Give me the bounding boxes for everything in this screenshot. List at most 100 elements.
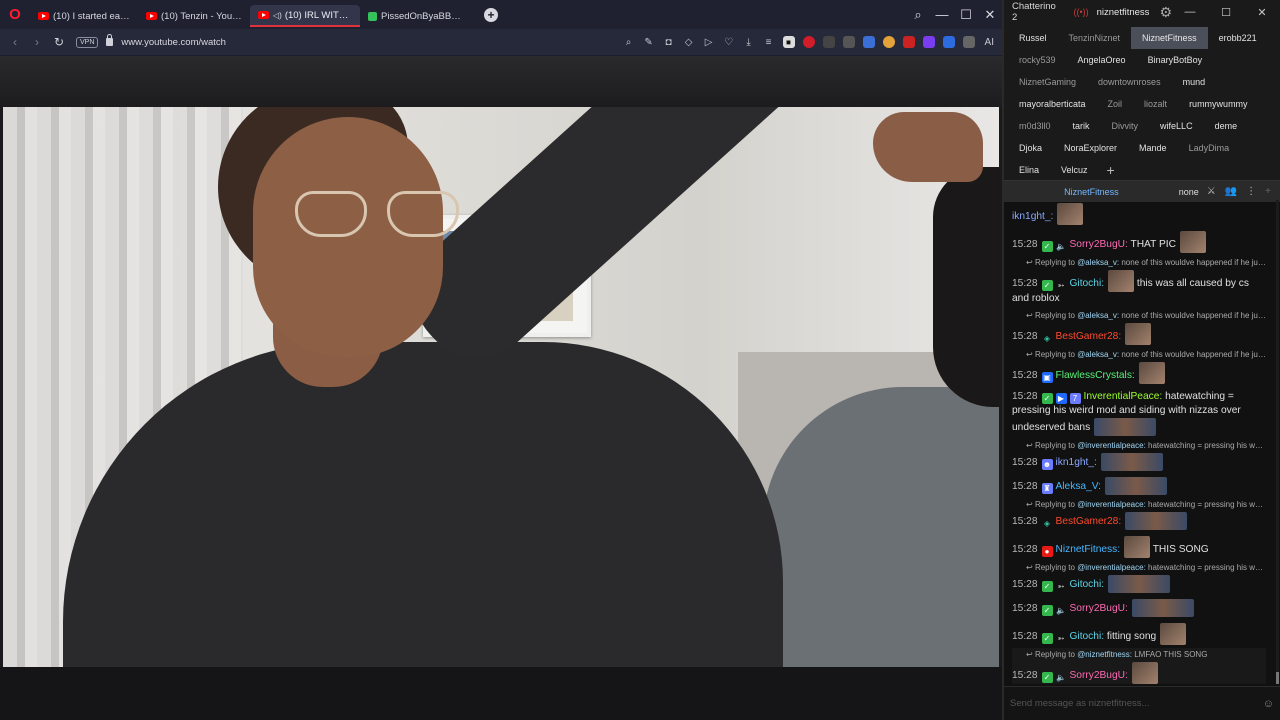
channel-tab[interactable]: Zoil [1097, 93, 1134, 115]
puzzle-extension-icon[interactable] [962, 36, 975, 48]
chat-message[interactable]: 15:28 ✓ ➳ Gitochi: this was all caused by c… [1012, 267, 1266, 309]
url-field[interactable]: www.youtube.com/watch [121, 37, 226, 48]
channel-tab[interactable]: Russel [1008, 27, 1058, 49]
emote-image[interactable] [1057, 203, 1084, 225]
chat-message[interactable]: 15:28 ✓ ➳ Gitochi: fitting song [1012, 620, 1266, 648]
gem-badge-icon[interactable]: ◈ [1042, 518, 1053, 529]
reply-context[interactable]: ↩ Replying to @aleksa_v: none of this wo… [1012, 309, 1266, 320]
search-icon[interactable]: ⌕ [619, 29, 639, 55]
add-tab-button[interactable]: + [1099, 159, 1123, 181]
fish-badge-icon[interactable]: ➳ [1056, 581, 1067, 592]
emote-image[interactable] [1131, 662, 1158, 684]
back-button[interactable]: ‹ [4, 35, 26, 49]
gem-badge-icon[interactable]: ◈ [1042, 333, 1053, 344]
flag-extension-icon[interactable] [902, 36, 915, 48]
maximize-button[interactable]: ☐ [954, 7, 978, 23]
chat-message[interactable]: ikn1ght_: [1012, 200, 1266, 228]
twitch-extension-icon[interactable] [922, 36, 935, 48]
channel-tab[interactable]: BinaryBotBoy [1137, 49, 1214, 71]
mute-badge-icon[interactable]: 🔈 [1056, 605, 1067, 616]
channel-tab[interactable]: NiznetFitness [1131, 27, 1208, 49]
chat-input[interactable]: Send message as niznetfitness... ☺ [1004, 686, 1280, 720]
reply-context[interactable]: ↩ Replying to @inverentialpeace: hatewat… [1012, 561, 1266, 572]
emote-image[interactable] [1094, 418, 1157, 436]
camera-icon[interactable]: ◘ [659, 29, 679, 55]
channel-tab[interactable]: Mande [1128, 137, 1178, 159]
viewers-icon[interactable]: 👥 [1225, 186, 1237, 197]
username[interactable]: FlawlessCrystals: [1056, 370, 1135, 381]
reply-context[interactable]: ↩ Replying to @niznetfitness: LMFAO THIS… [1012, 648, 1266, 659]
chat-message[interactable]: 15:28 ✓ 🔈 Sorry2BugU: THAT PIC [1012, 228, 1266, 256]
vip-badge-icon[interactable]: ✓ [1041, 605, 1053, 616]
mute-badge-icon[interactable]: 🔈 [1056, 241, 1067, 252]
username[interactable]: BestGamer28: [1056, 331, 1122, 342]
ai-button[interactable]: AI [985, 37, 994, 48]
emote-image[interactable] [1108, 270, 1135, 292]
vip-badge-icon[interactable]: ✓ [1041, 280, 1053, 291]
forward-button[interactable]: › [26, 35, 48, 49]
minimize-button[interactable]: — [930, 7, 954, 22]
bits-badge-icon[interactable]: ▶ [1055, 393, 1067, 404]
chat-message[interactable]: 15:28 ✓ 🔈 Sorry2BugU: [1012, 659, 1266, 684]
new-tab-button[interactable]: + [484, 7, 498, 22]
browser-tab-4[interactable]: PissedOnByaBBW Stream [360, 5, 474, 27]
username[interactable]: Sorry2BugU: [1070, 670, 1128, 681]
translate-extension-icon[interactable] [862, 36, 875, 48]
chat-message[interactable]: 15:28 ● NiznetFitness: THIS SONG [1012, 533, 1266, 561]
channel-tab[interactable]: NiznetGaming [1008, 71, 1087, 93]
channel-tab[interactable]: liozalt [1133, 93, 1178, 115]
username[interactable]: Sorry2BugU: [1070, 239, 1128, 250]
vip-badge-icon[interactable]: ✓ [1041, 581, 1053, 592]
username[interactable]: Sorry2BugU: [1070, 603, 1128, 614]
emote-image[interactable] [1100, 453, 1163, 471]
browser-tab-3-active[interactable]: ◁) (10) IRL WITH TENZIN [250, 5, 360, 27]
emoji-icon[interactable]: ☺ [1263, 698, 1274, 710]
chat-message[interactable]: 15:28 ✓ ▶ 7 InverentialPeace: hatewatching =… [1012, 387, 1266, 439]
chat-messages[interactable]: ikn1ght_: 15:28 ✓ 🔈 Sorry2BugU: THAT PIC ↩ Re… [1004, 200, 1274, 684]
close-button[interactable]: ✕ [1244, 6, 1280, 19]
chat-message[interactable]: 15:28 ☻ ikn1ght_: [1012, 450, 1266, 474]
vip-badge-icon[interactable]: ✓ [1041, 633, 1053, 644]
heart-icon[interactable]: ♡ [719, 29, 739, 55]
channel-tab[interactable]: NoraExplorer [1053, 137, 1128, 159]
reply-context[interactable]: ↩ Replying to @aleksa_v: none of this wo… [1012, 256, 1266, 267]
username[interactable]: Gitochi: [1070, 579, 1105, 590]
add-split-icon[interactable]: + [1265, 186, 1271, 197]
counter-extension-icon[interactable] [842, 36, 855, 48]
vip-badge-icon[interactable]: ✓ [1041, 241, 1053, 252]
channel-tab[interactable]: Elina [1008, 159, 1050, 181]
chat-message[interactable]: 15:28 ◈ BestGamer28: [1012, 320, 1266, 348]
search-tabs-icon[interactable]: ⌕ [906, 7, 930, 23]
username[interactable]: ikn1ght_: [1056, 457, 1097, 468]
reload-button[interactable]: ↻ [48, 35, 70, 49]
emote-image[interactable] [1131, 599, 1194, 617]
menu-icon[interactable]: ≡ [759, 29, 779, 55]
close-button[interactable]: ✕ [978, 7, 1002, 23]
emote-image[interactable] [1124, 536, 1151, 558]
channel-tab[interactable]: deme [1204, 115, 1249, 137]
username[interactable]: Gitochi: [1070, 631, 1105, 642]
channel-tab[interactable]: erobb221 [1208, 27, 1268, 49]
chat-message[interactable]: 15:28 ✓ 🔈 Sorry2BugU: [1012, 596, 1266, 620]
gear-icon[interactable]: ⚙ [1159, 4, 1172, 21]
channel-tab[interactable]: wifeLLC [1149, 115, 1204, 137]
channel-tab[interactable]: rummywummy [1178, 93, 1259, 115]
speaker-icon[interactable]: ◁) [273, 11, 282, 20]
youtube-player[interactable] [0, 56, 1002, 720]
sub-badge-icon[interactable]: ▣ [1041, 372, 1053, 383]
emote-image[interactable] [1179, 231, 1206, 253]
fish-badge-icon[interactable]: ➳ [1056, 633, 1067, 644]
chat-message[interactable]: 15:28 ▣ FlawlessCrystals: [1012, 359, 1266, 387]
channel-tab[interactable]: mund [1172, 71, 1217, 93]
channel-tab[interactable]: mayoralberticata [1008, 93, 1097, 115]
red-extension-icon[interactable] [802, 36, 815, 48]
chat-message[interactable]: 15:28 ◈ BestGamer28: [1012, 509, 1266, 533]
browser-tab-2[interactable]: (10) Tenzin - YouTube [138, 5, 250, 27]
vpn-badge[interactable]: VPN [76, 36, 99, 48]
channel-tab[interactable]: Djoka [1008, 137, 1053, 159]
emote-image[interactable] [1125, 512, 1188, 530]
channel-tab[interactable]: rocky539 [1008, 49, 1067, 71]
emote-image[interactable] [1138, 362, 1165, 384]
lock-icon[interactable] [106, 34, 114, 46]
profile-extension-icon[interactable]: ◼ [782, 36, 795, 48]
